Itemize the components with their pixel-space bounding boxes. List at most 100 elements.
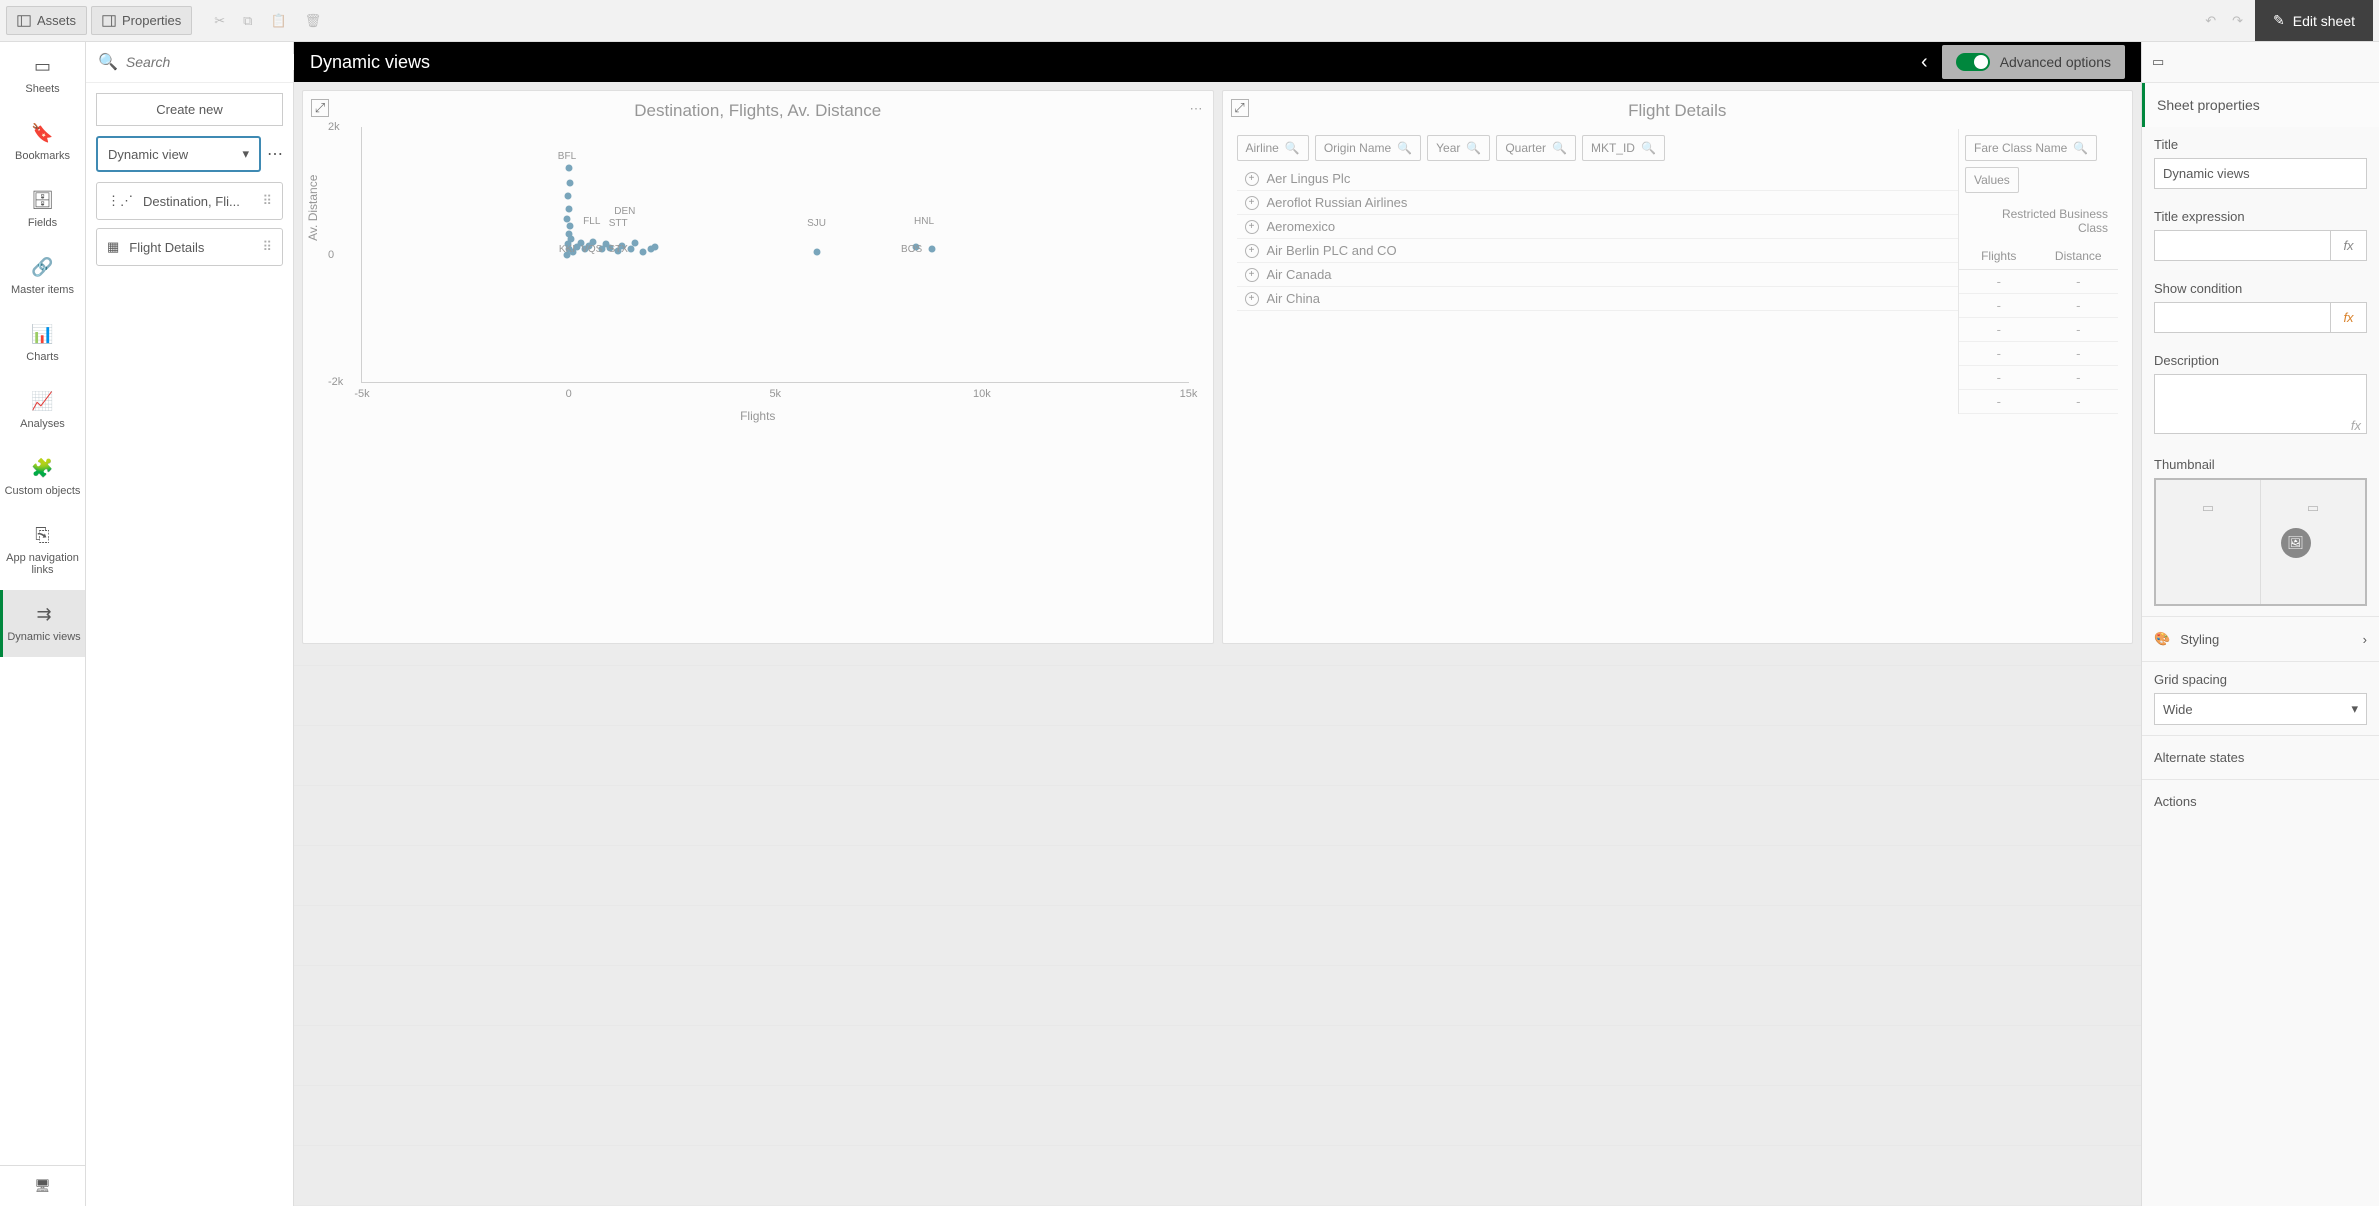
asset-item-table-label: Flight Details [129,240,204,255]
styling-section[interactable]: 🎨 Styling › [2142,616,2379,661]
paste-icon[interactable]: 📋 [270,13,286,29]
dynamic-view-selected: Dynamic view [108,147,188,162]
create-new-button[interactable]: Create new [96,93,283,126]
expand-icon[interactable]: ⤢ [311,99,329,117]
filter-chip[interactable]: Fare Class Name🔍 [1965,135,2097,161]
search-icon: 🔍 [1552,141,1567,155]
scatter-label: FLL [583,216,600,227]
expand-icon[interactable]: ⤢ [1231,99,1249,117]
title-input[interactable] [2154,158,2367,189]
puzzle-icon: 🧩 [31,458,53,479]
rail-custom-label: Custom objects [5,485,81,497]
search-icon: 🔍 [1641,141,1656,155]
fx-button[interactable]: fx [2331,230,2367,261]
actions-section[interactable]: Actions [2142,779,2379,823]
scatter-point [567,223,574,230]
scatter-label: DEN [614,206,635,217]
redo-icon[interactable]: ↷ [2232,13,2243,29]
expand-row-icon[interactable]: + [1245,196,1259,210]
assets-tab[interactable]: Assets [6,6,87,35]
search-icon: 🔍 [1397,141,1412,155]
rail-charts[interactable]: 📊Charts [0,310,85,377]
filter-chip[interactable]: Year🔍 [1427,135,1490,161]
expand-row-icon[interactable]: + [1245,268,1259,282]
title-label: Title [2154,137,2367,152]
filter-chip[interactable]: Values [1965,167,2019,193]
edit-sheet-button[interactable]: ✎ Edit sheet [2255,0,2373,41]
filter-chip[interactable]: MKT_ID🔍 [1582,135,1665,161]
delete-icon[interactable]: 🗑 [305,13,322,29]
rail-bottom-button[interactable]: 🖥 [0,1165,85,1206]
desc-textarea[interactable] [2154,374,2367,434]
asset-item-table[interactable]: ▦ Flight Details ⠿ [96,228,283,266]
rail-fields[interactable]: 🗄Fields [0,176,85,243]
undo-redo: ↶ ↷ [2205,13,2243,29]
expand-row-icon[interactable]: + [1245,292,1259,306]
expand-row-icon[interactable]: + [1245,244,1259,258]
show-cond-input[interactable] [2154,302,2331,333]
table-header-right: Restricted Business Class [1959,199,2118,243]
expand-row-icon[interactable]: + [1245,172,1259,186]
title-expr-input[interactable] [2154,230,2331,261]
scatter-point [564,192,571,199]
chart-icon: 📊 [31,324,53,345]
rail-dynamic-views[interactable]: ⇉Dynamic views [0,590,85,657]
table-row[interactable]: +Air Canada [1237,263,1959,287]
actions-label: Actions [2154,794,2197,809]
canvas-grid[interactable] [294,652,2141,1206]
search-input[interactable] [126,54,308,70]
expand-row-icon[interactable]: + [1245,220,1259,234]
card-menu[interactable]: ⋯ [1190,101,1203,117]
undo-icon[interactable]: ↶ [2205,13,2216,29]
fx-icon[interactable]: fx [2351,418,2361,433]
rail-sheets[interactable]: ▭Sheets [0,42,85,109]
grip-icon: ⠿ [262,239,272,255]
table-row[interactable]: +Aeromexico [1237,215,1959,239]
assets-tab-label: Assets [37,13,76,28]
filter-chip[interactable]: Quarter🔍 [1496,135,1576,161]
rail-app-nav[interactable]: ⎘App navigation links [0,511,85,590]
alternate-states-section[interactable]: Alternate states [2142,735,2379,779]
copy-icon[interactable]: ⧉ [243,13,252,29]
scatter-point [640,248,647,255]
rail-bookmarks-label: Bookmarks [15,150,70,162]
scatter-label: KKI [559,244,575,255]
table-row[interactable]: +Air China [1237,287,1959,311]
asset-item-scatter[interactable]: ⋮⋰ Destination, Fli... ⠿ [96,182,283,220]
airline-name: Air Berlin PLC and CO [1267,243,1397,258]
rail-custom-objects[interactable]: 🧩 Custom objects [0,444,85,511]
asset-panel: 🔍 Create new Dynamic view ▾ ⋯ ⋮⋰ Destina… [86,42,294,1206]
analyses-icon: 📈 [31,391,53,412]
cell-distance: - [2039,342,2119,366]
table-card[interactable]: ⤢ Flight Details Airline🔍Origin Name🔍Yea… [1222,90,2134,644]
table-row[interactable]: + Air Berlin PLC and CO [1237,239,1959,263]
rail-bookmarks[interactable]: 🔖Bookmarks [0,109,85,176]
scatter-label: BOS [901,244,922,255]
toggle-switch[interactable] [1956,53,1990,71]
left-rail: ▭Sheets 🔖Bookmarks 🗄Fields 🔗Master items… [0,42,86,1206]
rail-master-items[interactable]: 🔗Master items [0,243,85,310]
table-row[interactable]: +Aer Lingus Plc [1237,167,1959,191]
x-axis-label: Flights [317,409,1199,423]
filter-chip[interactable]: Origin Name🔍 [1315,135,1421,161]
properties-tab[interactable]: Properties [91,6,192,35]
grip-icon: ⠿ [262,193,272,209]
scatter-point [813,248,820,255]
cell-flights: - [1959,342,2039,366]
dynamic-view-more[interactable]: ⋯ [267,144,283,164]
change-thumbnail-button[interactable]: 🖼 [2281,528,2311,558]
filter-chip[interactable]: Airline🔍 [1237,135,1309,161]
advanced-options-toggle[interactable]: Advanced options [1942,45,2125,79]
table-row[interactable]: +Aeroflot Russian Airlines [1237,191,1959,215]
fx-button[interactable]: fx [2331,302,2367,333]
rail-analyses[interactable]: 📈Analyses [0,377,85,444]
scatter-card[interactable]: ⤢ Destination, Flights, Av. Distance ⋯ A… [302,90,1214,644]
dynamic-view-dropdown[interactable]: Dynamic view ▾ [96,136,261,172]
grid-spacing-select[interactable]: Wide ▾ [2154,693,2367,725]
show-cond-label: Show condition [2154,281,2367,296]
prev-sheet-button[interactable]: ‹ [1907,51,1942,74]
cut-icon[interactable]: ✂ [214,13,225,29]
x-tick: -5k [354,388,369,400]
props-sheet-icon-row: ▭ [2142,42,2379,83]
table-title: Flight Details [1237,101,2119,121]
